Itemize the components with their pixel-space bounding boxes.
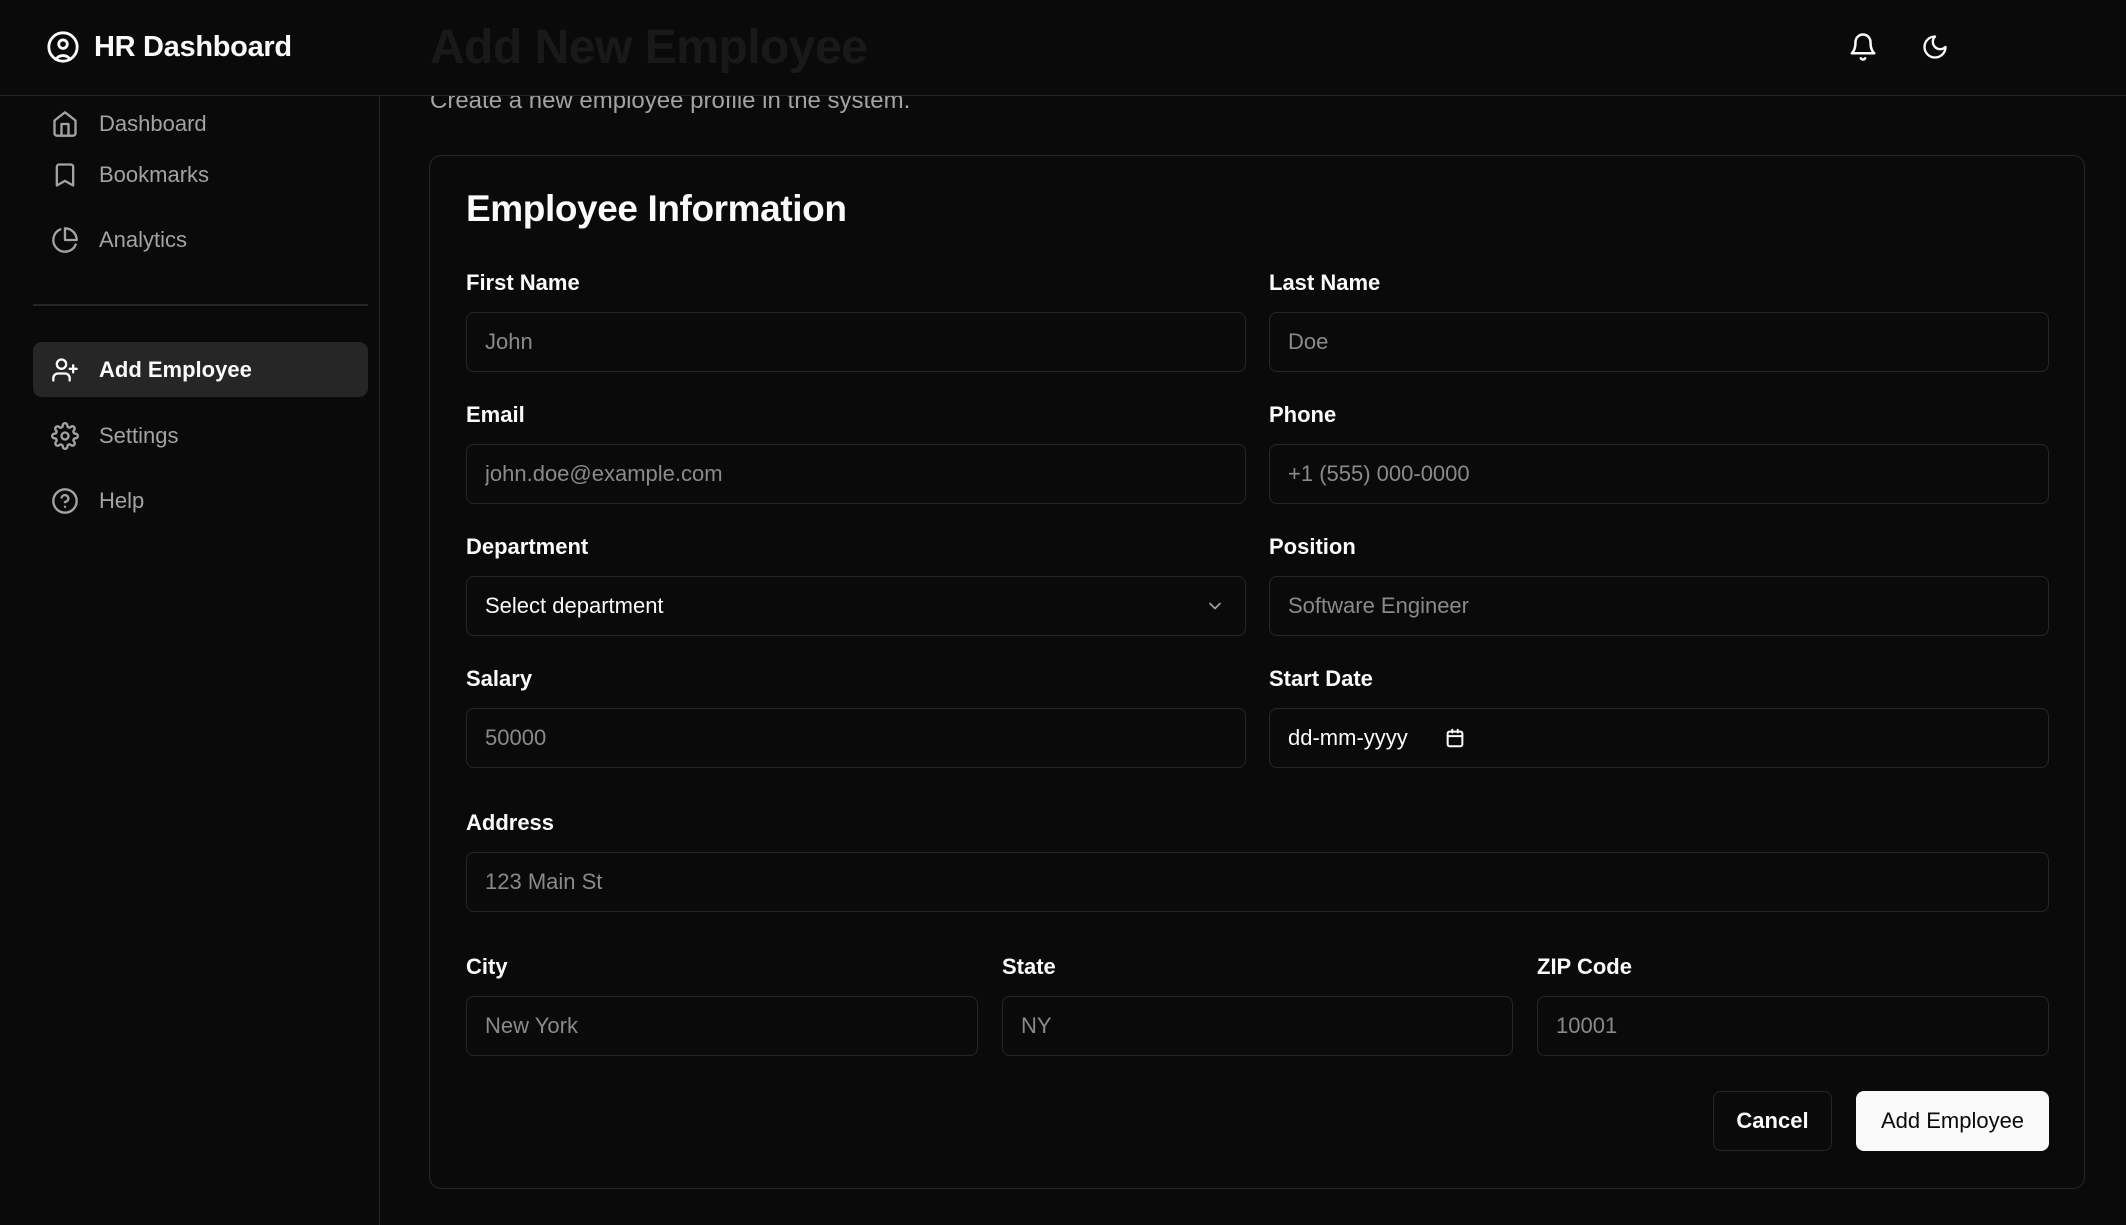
email-label: Email — [466, 402, 525, 427]
phone-input[interactable] — [1269, 444, 2049, 504]
last-name-input[interactable] — [1269, 312, 2049, 372]
zip-label: ZIP Code — [1537, 954, 1632, 979]
scrolled-sidebar-remnant — [46, 10, 286, 24]
salary-label: Salary — [466, 666, 533, 691]
phone-label: Phone — [1269, 402, 1337, 427]
sidebar-item-label: Dashboard — [99, 110, 207, 136]
pie-chart-icon — [51, 226, 79, 254]
department-label: Department — [466, 534, 589, 559]
sidebar-item-label: Analytics — [99, 226, 188, 252]
gear-icon — [51, 421, 79, 450]
city-label: City — [466, 954, 508, 979]
help-circle-icon — [51, 487, 79, 515]
start-date-input[interactable]: dd-mm-yyyy — [1269, 708, 2049, 768]
address-input[interactable] — [466, 852, 2049, 912]
state-input[interactable] — [1002, 996, 1513, 1056]
sidebar-item-label: Settings — [99, 422, 179, 448]
calendar-icon[interactable] — [1444, 727, 1466, 749]
sidebar-item-label: Add Employee — [99, 356, 252, 382]
city-input[interactable] — [466, 996, 978, 1056]
moon-icon — [1921, 33, 1949, 61]
start-date-value: dd-mm-yyyy — [1288, 725, 1408, 750]
position-input[interactable] — [1269, 576, 2049, 636]
sidebar-item-settings[interactable]: Settings — [33, 408, 368, 463]
notifications-button[interactable] — [1846, 30, 1880, 64]
theme-toggle-button[interactable] — [1918, 30, 1952, 64]
add-employee-button[interactable]: Add Employee — [1856, 1091, 2049, 1151]
sidebar-item-dashboard[interactable]: Dashboard — [33, 96, 368, 151]
brand[interactable]: HR Dashboard — [46, 30, 292, 64]
sidebar-item-label: Bookmarks — [99, 161, 210, 187]
email-input[interactable] — [466, 444, 1246, 504]
sidebar-item-label: Help — [99, 487, 145, 513]
position-label: Position — [1269, 534, 1356, 559]
last-name-label: Last Name — [1269, 270, 1381, 295]
sidebar-item-analytics[interactable]: Analytics — [33, 212, 368, 267]
start-date-label: Start Date — [1269, 666, 1373, 691]
page-title: Add New Employee — [430, 21, 868, 74]
sidebar-item-bookmarks[interactable]: Bookmarks — [33, 147, 368, 202]
sidebar-divider — [33, 304, 368, 306]
state-label: State — [1002, 954, 1056, 979]
app-title: HR Dashboard — [94, 30, 292, 63]
bookmark-icon — [51, 161, 79, 189]
first-name-label: First Name — [466, 270, 580, 295]
sidebar: Dashboard Bookmarks Analytics Add Employ… — [0, 96, 380, 1225]
top-header: Add New Employee HR Dashboard — [0, 0, 2126, 96]
form-title: Employee Information — [466, 188, 847, 229]
department-select-value: Select department — [485, 593, 664, 618]
home-icon — [51, 110, 79, 138]
address-label: Address — [466, 810, 555, 835]
bell-icon — [1848, 32, 1878, 62]
department-select[interactable]: Select department — [466, 576, 1246, 636]
chevron-down-icon — [1205, 596, 1225, 616]
user-plus-icon — [51, 356, 79, 384]
sidebar-item-help[interactable]: Help — [33, 473, 368, 528]
first-name-input[interactable] — [466, 312, 1246, 372]
sidebar-item-add-employee[interactable]: Add Employee — [33, 342, 368, 397]
zip-input[interactable] — [1537, 996, 2049, 1056]
user-circle-icon — [46, 30, 80, 64]
cancel-button[interactable]: Cancel — [1713, 1091, 1832, 1151]
salary-input[interactable] — [466, 708, 1246, 768]
